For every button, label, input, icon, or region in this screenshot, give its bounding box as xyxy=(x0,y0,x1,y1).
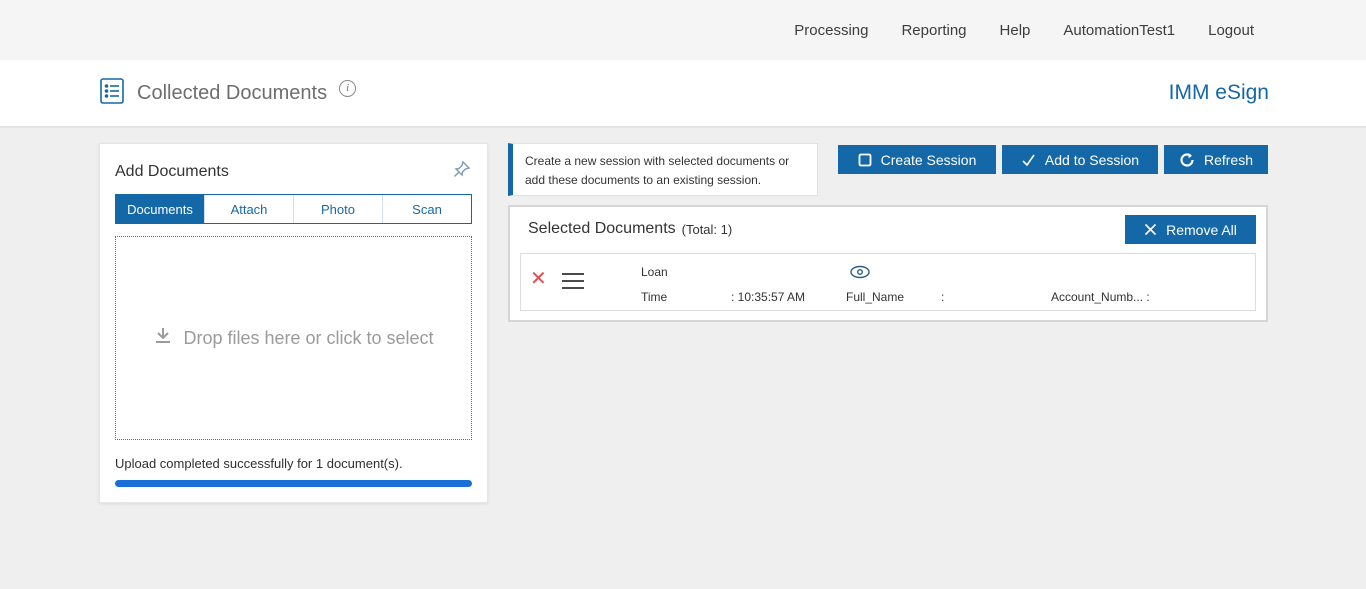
account-number-label: Account_Numb... : xyxy=(1051,290,1150,304)
refresh-label: Refresh xyxy=(1203,151,1254,168)
add-to-session-button[interactable]: Add to Session xyxy=(1002,145,1158,174)
upload-status-text: Upload completed successfully for 1 docu… xyxy=(115,456,403,471)
selected-documents-total: (Total: 1) xyxy=(681,221,733,237)
nav-reporting[interactable]: Reporting xyxy=(901,22,966,39)
nav-user-automationtest1[interactable]: AutomationTest1 xyxy=(1063,22,1175,39)
eye-icon[interactable] xyxy=(848,263,872,286)
dropzone-label: Drop files here or click to select xyxy=(183,327,434,348)
info-icon[interactable]: i xyxy=(339,79,357,97)
document-name: Loan xyxy=(641,265,668,279)
page-title: Collected Documents xyxy=(137,81,328,104)
pin-icon[interactable] xyxy=(452,159,472,184)
file-dropzone[interactable]: Drop files here or click to select xyxy=(115,236,472,440)
checkmark-icon xyxy=(1021,153,1036,167)
download-icon xyxy=(153,326,173,351)
full-name-label: Full_Name xyxy=(846,290,905,304)
full-name-colon: : xyxy=(941,290,945,304)
brand-logo: IMM eSign xyxy=(1168,81,1269,104)
add-to-session-label: Add to Session xyxy=(1044,151,1140,168)
add-documents-card: Add Documents Documents Attach Photo Sca… xyxy=(99,143,488,503)
x-icon xyxy=(1144,223,1157,236)
collected-documents-icon xyxy=(99,77,125,110)
refresh-icon xyxy=(1179,152,1195,168)
tab-attach[interactable]: Attach xyxy=(205,195,294,223)
refresh-button[interactable]: Refresh xyxy=(1164,145,1268,174)
add-documents-title: Add Documents xyxy=(115,162,229,180)
remove-document-icon[interactable]: ✕ xyxy=(530,269,547,289)
tab-scan[interactable]: Scan xyxy=(383,195,471,223)
time-label: Time xyxy=(641,290,668,304)
selected-documents-panel: Selected Documents (Total: 1) Remove All… xyxy=(508,205,1268,322)
session-info-message: Create a new session with selected docum… xyxy=(508,143,818,196)
square-icon xyxy=(858,153,872,167)
time-value: : 10:35:57 AM xyxy=(731,290,806,304)
drag-handle-icon[interactable] xyxy=(562,273,584,294)
table-row: ✕ Loan Time : 10:35:57 AM Full_Name : Ac… xyxy=(520,253,1256,311)
nav-help[interactable]: Help xyxy=(1000,22,1031,39)
selected-documents-title: Selected Documents xyxy=(528,220,676,237)
remove-all-label: Remove All xyxy=(1166,221,1237,238)
remove-all-button[interactable]: Remove All xyxy=(1125,215,1256,244)
tab-photo[interactable]: Photo xyxy=(294,195,383,223)
upload-progress-bar xyxy=(115,480,472,487)
nav-processing[interactable]: Processing xyxy=(794,22,868,39)
top-nav: Processing Reporting Help AutomationTest… xyxy=(0,0,1366,60)
page-header: Collected Documents i IMM eSign xyxy=(0,60,1366,128)
create-session-button[interactable]: Create Session xyxy=(838,145,996,174)
session-actions: Create Session Add to Session Refresh xyxy=(838,145,1268,174)
selected-documents-header: Selected Documents (Total: 1) Remove All xyxy=(510,207,1266,251)
nav-logout[interactable]: Logout xyxy=(1208,22,1254,39)
app-root: Processing Reporting Help AutomationTest… xyxy=(0,0,1366,589)
tab-documents[interactable]: Documents xyxy=(116,195,205,223)
create-session-label: Create Session xyxy=(880,151,977,168)
add-documents-tabs: Documents Attach Photo Scan xyxy=(115,194,472,224)
